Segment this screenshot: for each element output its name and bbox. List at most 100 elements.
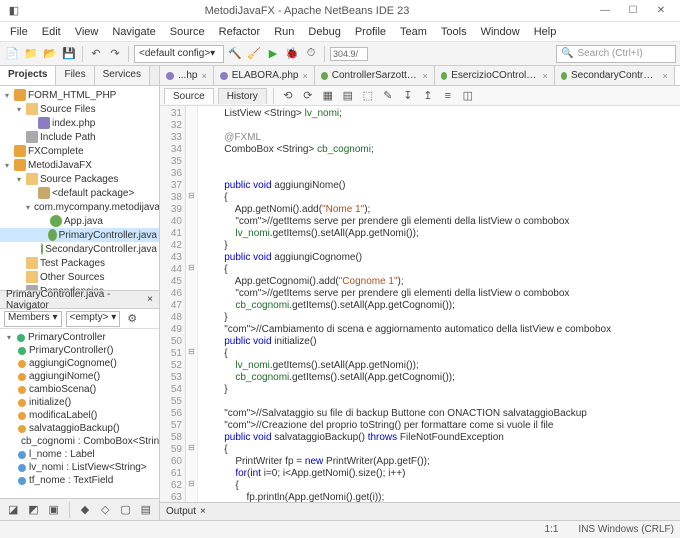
separator <box>324 46 325 62</box>
editor-tab[interactable]: ELABORA.php× <box>214 66 315 85</box>
nav-item[interactable]: aggiungiCognome() <box>0 357 159 370</box>
menu-edit[interactable]: Edit <box>36 24 67 40</box>
nav-root[interactable]: ▾PrimaryController <box>0 331 159 344</box>
tree-row[interactable]: index.php <box>0 116 159 130</box>
output-label: Output <box>166 506 196 517</box>
members-combo[interactable]: Members ▾ <box>4 311 62 327</box>
tab-services[interactable]: Services <box>95 66 150 85</box>
filter-icon[interactable]: ▤ <box>139 502 153 518</box>
output-close-icon[interactable]: × <box>200 506 206 517</box>
new-file-icon[interactable]: 📄 <box>4 46 20 62</box>
menu-view[interactable]: View <box>69 24 105 40</box>
tree-row[interactable]: Test Packages <box>0 256 159 270</box>
nav-item[interactable]: cb_cognomi : ComboBox<String> <box>0 435 159 448</box>
filter-icon[interactable]: ◩ <box>26 502 40 518</box>
tree-row[interactable]: App.java <box>0 214 159 228</box>
open-icon[interactable]: 📂 <box>42 46 58 62</box>
save-all-icon[interactable]: 💾 <box>61 46 77 62</box>
tree-row[interactable]: <default package> <box>0 186 159 200</box>
nav-item[interactable]: PrimaryController() <box>0 344 159 357</box>
editor-icon[interactable]: ▤ <box>340 88 356 104</box>
menu-window[interactable]: Window <box>475 24 526 40</box>
global-search[interactable]: 🔍 Search (Ctrl+I) <box>556 45 676 63</box>
filter-icon[interactable]: ◪ <box>6 502 20 518</box>
editor-icon[interactable]: ↧ <box>400 88 416 104</box>
menu-file[interactable]: File <box>4 24 34 40</box>
menu-navigate[interactable]: Navigate <box>106 24 161 40</box>
redo-icon[interactable]: ↷ <box>107 46 123 62</box>
source-tab[interactable]: Source <box>164 88 214 104</box>
menu-refactor[interactable]: Refactor <box>213 24 267 40</box>
filter-icon[interactable]: ◇ <box>98 502 112 518</box>
build-icon[interactable]: 🔨 <box>227 46 243 62</box>
nav-item[interactable]: salvataggioBackup() <box>0 422 159 435</box>
nav-item[interactable]: lv_nomi : ListView<String> <box>0 461 159 474</box>
run-icon[interactable]: ▶ <box>265 46 281 62</box>
code-area[interactable]: ListView <String> lv_nomi; @FXML ComboBo… <box>198 106 680 502</box>
history-tab[interactable]: History <box>218 88 267 104</box>
filter-combo[interactable]: <empty> ▾ <box>66 311 121 327</box>
window-titlebar: ◧ MetodiJavaFX - Apache NetBeans IDE 23 … <box>0 0 680 22</box>
navigator-close-icon[interactable]: × <box>147 294 153 305</box>
config-combo[interactable]: <default config> ▾ <box>134 45 224 63</box>
editor-icon[interactable]: ⟲ <box>280 88 296 104</box>
editor-tab[interactable]: PrimaryController.java× <box>675 66 680 85</box>
filter-icon[interactable]: ▢ <box>118 502 132 518</box>
editor-tab[interactable]: EsercizioCOntroller.java× <box>435 66 555 85</box>
project-pane-tabs: Projects Files Services <box>0 66 159 86</box>
tree-row[interactable]: ▾Source Files <box>0 102 159 116</box>
code-editor[interactable]: 31 32 33 34 35 36 37 38 39 40 41 42 43 4… <box>160 106 680 502</box>
nav-item[interactable]: aggiungiNome() <box>0 370 159 383</box>
filter-icon[interactable]: ◆ <box>78 502 92 518</box>
tab-files[interactable]: Files <box>56 66 94 85</box>
editor-icon[interactable]: ⬚ <box>360 88 376 104</box>
editor-icon[interactable]: ▦ <box>320 88 336 104</box>
tree-row[interactable]: PrimaryController.java <box>0 228 159 242</box>
minimize-button[interactable]: — <box>592 2 618 20</box>
editor-tab[interactable]: SecondaryController.java× <box>555 66 675 85</box>
menu-team[interactable]: Team <box>394 24 433 40</box>
editor-tab[interactable]: ...hp× <box>160 66 214 85</box>
editor-icon[interactable]: ⟳ <box>300 88 316 104</box>
tree-row[interactable]: Other Sources <box>0 270 159 284</box>
filter-icon[interactable]: ▣ <box>47 502 61 518</box>
project-tree[interactable]: ▾FORM_HTML_PHP▾Source Filesindex.phpIncl… <box>0 86 159 290</box>
nav-item[interactable]: tf_nome : TextField <box>0 474 159 487</box>
tree-row[interactable]: ▾MetodiJavaFX <box>0 158 159 172</box>
undo-icon[interactable]: ↶ <box>88 46 104 62</box>
tree-row[interactable]: ▾Source Packages <box>0 172 159 186</box>
nav-settings-icon[interactable]: ⚙ <box>124 311 140 327</box>
menu-debug[interactable]: Debug <box>302 24 346 40</box>
nav-item[interactable]: l_nome : Label <box>0 448 159 461</box>
menu-help[interactable]: Help <box>528 24 563 40</box>
editor-icon[interactable]: ✎ <box>380 88 396 104</box>
encoding-info: INS Windows (CRLF) <box>578 524 674 535</box>
output-panel[interactable]: Output × <box>160 502 680 520</box>
nav-item[interactable]: modificaLabel() <box>0 409 159 422</box>
editor-icon[interactable]: ◫ <box>460 88 476 104</box>
memory-indicator[interactable]: 304.9/ <box>330 47 368 61</box>
tree-row[interactable]: SecondaryController.java <box>0 242 159 256</box>
menu-tools[interactable]: Tools <box>435 24 473 40</box>
editor-icon[interactable]: ↥ <box>420 88 436 104</box>
menu-profile[interactable]: Profile <box>349 24 392 40</box>
tree-row[interactable]: ▾com.mycompany.metodijavafx <box>0 200 159 214</box>
maximize-button[interactable]: ☐ <box>620 2 646 20</box>
editor-icon[interactable]: ≡ <box>440 88 456 104</box>
profile-icon[interactable]: ⏱ <box>303 46 319 62</box>
tree-row[interactable]: Include Path <box>0 130 159 144</box>
navigator-tree[interactable]: ▾PrimaryControllerPrimaryController()agg… <box>0 329 159 498</box>
debug-icon[interactable]: 🐞 <box>284 46 300 62</box>
new-project-icon[interactable]: 📁 <box>23 46 39 62</box>
fold-column[interactable]: ⊟ ⊟ ⊟ ⊟ ⊟ <box>186 106 198 502</box>
nav-item[interactable]: cambioScena() <box>0 383 159 396</box>
close-button[interactable]: ✕ <box>648 2 674 20</box>
tree-row[interactable]: FXComplete <box>0 144 159 158</box>
menu-source[interactable]: Source <box>164 24 211 40</box>
nav-item[interactable]: initialize() <box>0 396 159 409</box>
editor-tab[interactable]: ControllerSarzotti.java× <box>315 66 435 85</box>
tab-projects[interactable]: Projects <box>0 66 56 85</box>
clean-build-icon[interactable]: 🧹 <box>246 46 262 62</box>
menu-run[interactable]: Run <box>268 24 300 40</box>
tree-row[interactable]: ▾FORM_HTML_PHP <box>0 88 159 102</box>
